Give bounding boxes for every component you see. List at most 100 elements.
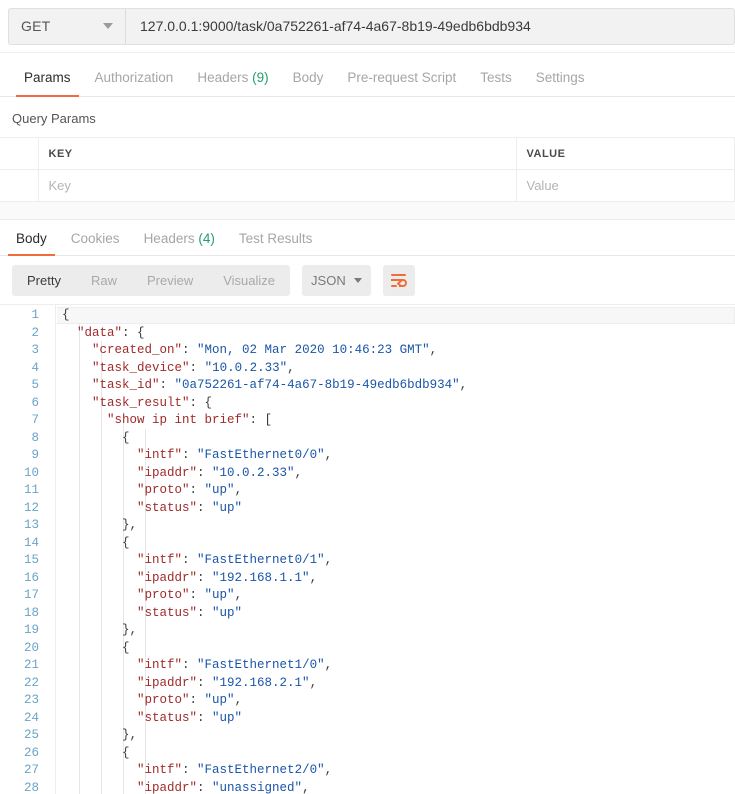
tab-body-label: Body [292, 70, 324, 85]
param-key-input[interactable]: Key [38, 169, 517, 202]
line-code: "data": { [77, 325, 145, 340]
code-line: 18 "status": "up" [0, 605, 735, 623]
view-preview-button[interactable]: Preview [132, 265, 208, 296]
line-code: { [62, 308, 70, 322]
table-header-value: VALUE [516, 137, 735, 170]
word-wrap-icon [390, 273, 407, 287]
table-header-checkbox [0, 137, 39, 170]
response-tab-headers[interactable]: Headers (4) [132, 231, 227, 255]
line-code: { [122, 745, 130, 760]
query-params-spacer [0, 202, 735, 220]
response-tab-body-label: Body [16, 231, 47, 246]
line-code: "task_device": "10.0.2.33", [92, 360, 295, 375]
tab-headers-count: (9) [252, 70, 269, 85]
line-code: "task_result": { [92, 395, 213, 410]
code-line: 3 "created_on": "Mon, 02 Mar 2020 10:46:… [0, 342, 735, 360]
request-tabs: Params Authorization Headers (9) Body Pr… [0, 53, 735, 97]
line-number: 19 [23, 623, 39, 637]
code-line: 1{ [0, 307, 735, 325]
view-pretty-button[interactable]: Pretty [12, 265, 76, 296]
line-number: 26 [23, 745, 39, 760]
line-number: 3 [31, 343, 39, 357]
response-body-code-viewer[interactable]: 1{2 "data": {3 "created_on": "Mon, 02 Ma… [0, 304, 735, 794]
line-code: "intf": "FastEthernet0/1", [137, 553, 333, 567]
tab-pre-request-script-label: Pre-request Script [347, 70, 457, 85]
line-code: "proto": "up", [137, 588, 243, 602]
tab-body[interactable]: Body [281, 70, 336, 96]
line-number: 21 [23, 658, 39, 672]
line-number: 6 [31, 395, 39, 410]
code-line: 21 "intf": "FastEthernet1/0", [0, 657, 735, 675]
line-code: { [122, 640, 130, 655]
tab-pre-request-script[interactable]: Pre-request Script [335, 70, 468, 96]
tab-authorization[interactable]: Authorization [83, 70, 186, 96]
code-line: 5 "task_id": "0a752261-af74-4a67-8b19-49… [0, 377, 735, 395]
code-line: 19 }, [0, 622, 735, 640]
tab-params[interactable]: Params [12, 70, 83, 97]
query-params-table: KEY VALUE Key Value [0, 137, 735, 202]
code-line: 11 "proto": "up", [0, 482, 735, 500]
word-wrap-toggle-button[interactable] [383, 264, 416, 296]
line-code: "status": "up" [137, 710, 243, 725]
line-code: "status": "up" [137, 500, 243, 515]
row-checkbox[interactable] [0, 169, 39, 202]
line-number: 16 [23, 570, 39, 585]
code-line: 16 "ipaddr": "192.168.1.1", [0, 570, 735, 588]
body-format-select[interactable]: JSON [302, 264, 372, 296]
line-number: 15 [23, 553, 39, 567]
line-number: 18 [23, 605, 39, 620]
line-number: 7 [31, 413, 39, 427]
view-raw-button[interactable]: Raw [76, 265, 132, 296]
tab-headers[interactable]: Headers (9) [185, 70, 280, 96]
code-line: 2 "data": { [0, 325, 735, 343]
line-number: 12 [23, 500, 39, 515]
tab-authorization-label: Authorization [94, 70, 174, 85]
code-line: 28 "ipaddr": "unassigned", [0, 780, 735, 794]
line-number: 24 [23, 710, 39, 725]
request-url-bar: GET 127.0.0.1:9000/task/0a752261-af74-4a… [0, 0, 735, 53]
line-code: "intf": "FastEthernet1/0", [137, 658, 333, 672]
code-line: 6 "task_result": { [0, 395, 735, 413]
line-number: 27 [23, 763, 39, 777]
line-code: { [122, 430, 130, 445]
request-url-input[interactable]: 127.0.0.1:9000/task/0a752261-af74-4a67-8… [125, 7, 735, 45]
body-view-segment-group: Pretty Raw Preview Visualize [12, 264, 291, 296]
line-number: 28 [23, 780, 39, 794]
line-number: 14 [23, 535, 39, 550]
code-line: 14 { [0, 535, 735, 553]
line-code: "ipaddr": "10.0.2.33", [137, 465, 303, 480]
tab-settings[interactable]: Settings [524, 70, 597, 96]
line-number: 4 [31, 360, 39, 375]
line-code: "created_on": "Mon, 02 Mar 2020 10:46:23… [92, 343, 438, 357]
line-code: }, [122, 623, 138, 637]
chevron-down-icon [103, 23, 113, 29]
line-code: { [122, 535, 130, 550]
param-value-input[interactable]: Value [516, 169, 735, 202]
line-code: "show ip int brief": [ [107, 413, 273, 427]
response-tabs: Body Cookies Headers (4) Test Results [0, 220, 735, 256]
chevron-down-icon [354, 277, 363, 283]
code-line: 10 "ipaddr": "10.0.2.33", [0, 465, 735, 483]
query-params-title: Query Params [0, 97, 735, 137]
line-number: 17 [23, 588, 39, 602]
response-tab-cookies[interactable]: Cookies [59, 231, 132, 255]
response-tab-body[interactable]: Body [4, 231, 59, 256]
line-number: 22 [23, 675, 39, 690]
line-code: }, [122, 518, 138, 532]
line-code: }, [122, 728, 138, 742]
line-number: 1 [31, 308, 39, 322]
view-visualize-button[interactable]: Visualize [208, 265, 290, 296]
response-tab-test-results-label: Test Results [238, 231, 313, 246]
line-code: "intf": "FastEthernet2/0", [137, 763, 333, 777]
response-body-toolbar: Pretty Raw Preview Visualize JSON [0, 256, 735, 304]
line-number: 5 [31, 378, 39, 392]
http-method-select[interactable]: GET [8, 7, 125, 45]
table-header-key: KEY [38, 137, 517, 170]
line-number: 2 [31, 325, 39, 340]
code-line: 8 { [0, 430, 735, 448]
tab-tests[interactable]: Tests [468, 70, 524, 96]
response-tab-test-results[interactable]: Test Results [227, 231, 325, 255]
response-tab-cookies-label: Cookies [70, 231, 120, 246]
line-number: 23 [23, 693, 39, 707]
code-lines: 1{2 "data": {3 "created_on": "Mon, 02 Ma… [0, 305, 735, 794]
